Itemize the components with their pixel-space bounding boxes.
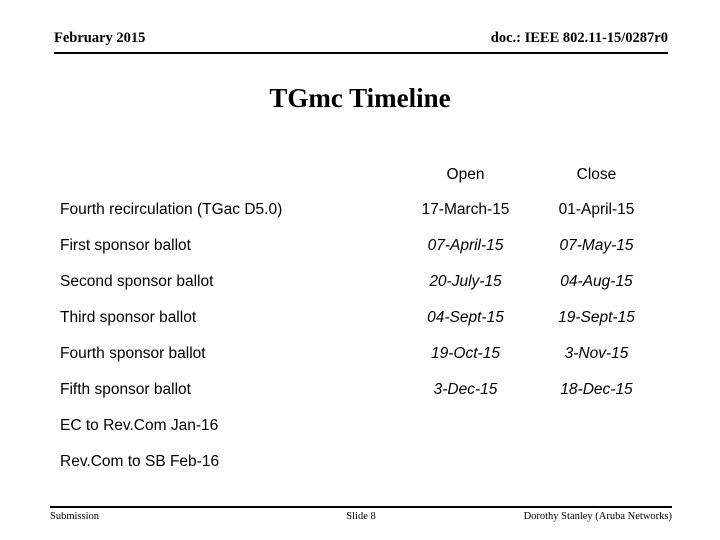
table-row: Third sponsor ballot 04-Sept-15 19-Sept-15 xyxy=(60,300,660,336)
row-open-date xyxy=(398,444,533,480)
row-close-date: 01-April-15 xyxy=(558,201,635,218)
page-title: TGmc Timeline xyxy=(269,83,451,113)
row-open-date xyxy=(398,408,533,444)
row-close-date: 07-May-15 xyxy=(559,237,634,254)
row-close-date: 04-Aug-15 xyxy=(560,273,633,290)
table-header-row: Open Close xyxy=(60,158,660,192)
row-close-date: 18-Dec-15 xyxy=(560,381,633,398)
timeline-table: Open Close Fourth recirculation (TGac D5… xyxy=(60,158,660,480)
header-doc-number: doc.: IEEE 802.11-15/0287r0 xyxy=(490,30,668,46)
row-open-date: 04-Sept-15 xyxy=(427,309,504,326)
row-open-date: 19-Oct-15 xyxy=(431,345,500,362)
column-header-open: Open xyxy=(446,166,485,183)
row-task-label: Second sponsor ballot xyxy=(60,273,214,290)
row-close-date: 3-Nov-15 xyxy=(564,345,629,362)
row-task-label: Fifth sponsor ballot xyxy=(60,381,191,398)
table-row: Fourth sponsor ballot 19-Oct-15 3-Nov-15 xyxy=(60,336,660,372)
table-row: Rev.Com to SB Feb-16 xyxy=(60,444,660,480)
row-open-date: 3-Dec-15 xyxy=(433,381,498,398)
table-row: EC to Rev.Com Jan-16 xyxy=(60,408,660,444)
row-task-label: Fourth recirculation (TGac D5.0) xyxy=(60,201,283,218)
column-header-task xyxy=(60,158,398,192)
header-date: February 2015 xyxy=(54,30,146,46)
row-open-date: 20-July-15 xyxy=(429,273,502,290)
row-open-date: 17-March-15 xyxy=(421,201,510,218)
footer-submission-label: Submission xyxy=(50,511,100,522)
row-close-date xyxy=(533,408,660,444)
slide-footer: Slide 8 Submission Dorothy Stanley (Arub… xyxy=(50,506,672,530)
table-body: Fourth recirculation (TGac D5.0) 17-March… xyxy=(60,192,660,480)
row-task-label: EC to Rev.Com Jan-16 xyxy=(60,417,219,434)
table-row: First sponsor ballot 07-April-15 07-May-15 xyxy=(60,228,660,264)
table-header: Open Close xyxy=(60,158,660,192)
table-row: Fifth sponsor ballot 3-Dec-15 18-Dec-15 xyxy=(60,372,660,408)
row-open-date: 07-April-15 xyxy=(427,237,504,254)
row-close-date xyxy=(533,444,660,480)
row-task-label: Fourth sponsor ballot xyxy=(60,345,206,362)
slide-header: February 2015 doc.: IEEE 802.11-15/0287r… xyxy=(54,28,668,54)
column-header-close: Close xyxy=(576,166,617,183)
row-task-label: Rev.Com to SB Feb-16 xyxy=(60,453,220,470)
row-task-label: Third sponsor ballot xyxy=(60,309,197,326)
table-row: Second sponsor ballot 20-July-15 04-Aug-15 xyxy=(60,264,660,300)
row-close-date: 19-Sept-15 xyxy=(558,309,635,326)
table-row: Fourth recirculation (TGac D5.0) 17-March… xyxy=(60,192,660,228)
row-task-label: First sponsor ballot xyxy=(60,237,191,254)
footer-author: Dorothy Stanley (Aruba Networks) xyxy=(523,511,672,522)
